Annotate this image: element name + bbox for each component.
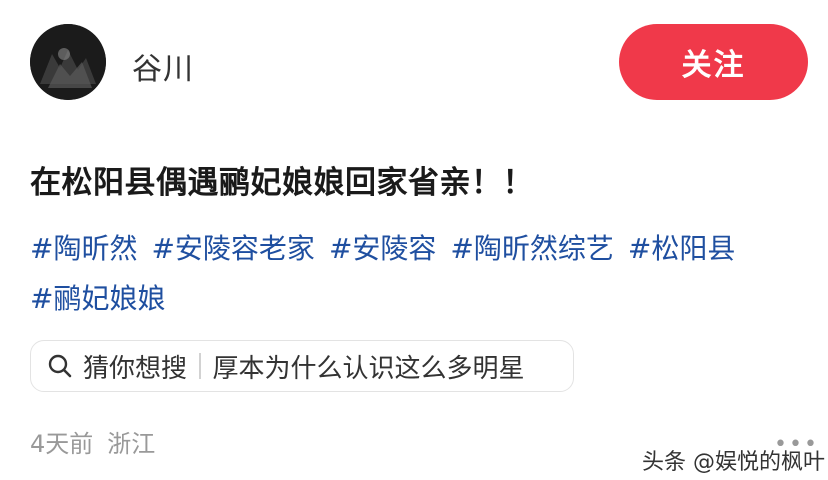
follow-button[interactable]: 关注 — [619, 24, 808, 100]
hashtag[interactable]: #陶昕然 — [30, 232, 137, 265]
watermark: 头条 @娱悦的枫叶 — [642, 450, 825, 475]
search-icon — [48, 354, 72, 378]
post-title: 在松阳县偶遇鹂妃娘娘回家省亲！！ — [30, 165, 534, 201]
search-suggestion-query: 厚本为什么认识这么多明星 — [212, 353, 525, 384]
avatar[interactable] — [30, 24, 106, 100]
hashtag[interactable]: #松阳县 — [628, 232, 735, 265]
post-meta: 4天前 浙江 — [30, 424, 155, 459]
hashtag[interactable]: #鹂妃娘娘 — [30, 282, 165, 315]
hashtag[interactable]: #陶昕然综艺 — [450, 232, 613, 265]
post-location: 浙江 — [107, 430, 156, 458]
search-suggestion[interactable]: 猜你想搜 厚本为什么认识这么多明星 — [30, 340, 574, 392]
post-time: 4天前 — [30, 430, 94, 458]
search-suggestion-label: 猜你想搜 — [83, 353, 188, 384]
author-name[interactable]: 谷川 — [132, 44, 194, 88]
divider — [199, 353, 201, 379]
hashtag-list: #陶昕然 #安陵容老家 #安陵容 #陶昕然综艺 #松阳县 #鹂妃娘娘 — [30, 224, 810, 324]
hashtag[interactable]: #安陵容 — [329, 232, 436, 265]
hashtag[interactable]: #安陵容老家 — [151, 232, 314, 265]
